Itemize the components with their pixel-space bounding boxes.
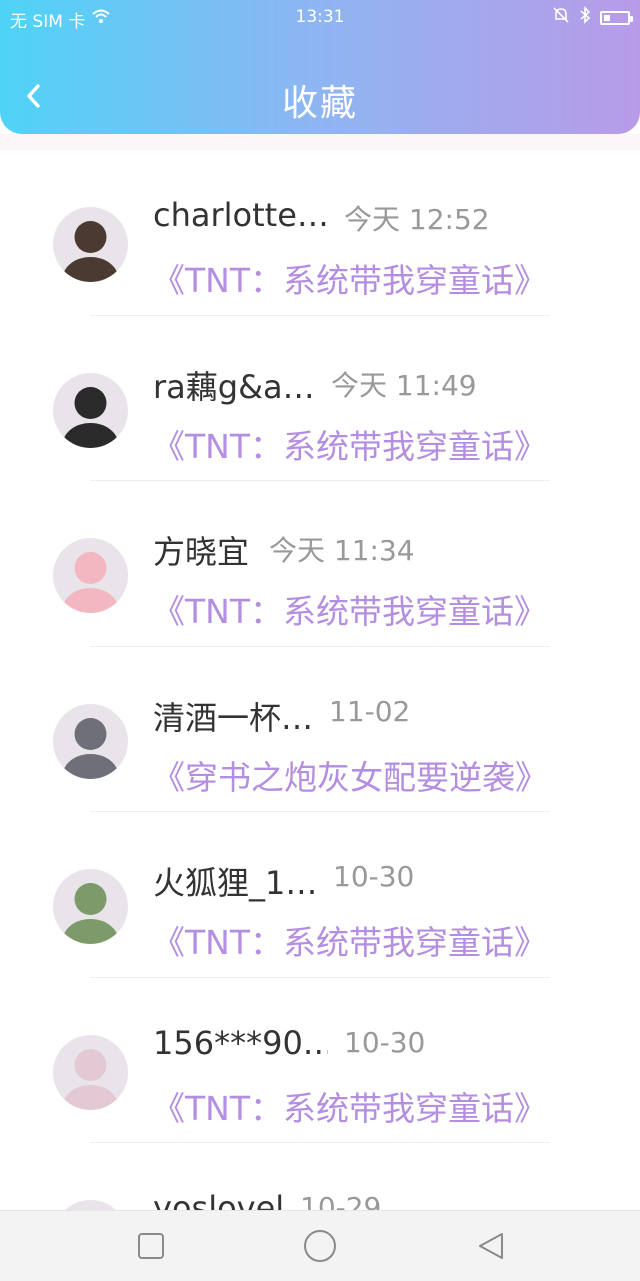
list-item[interactable]: 方晓宜 今天 11:34 《TNT：系统带我穿童话》 (0, 481, 640, 647)
book-title-link[interactable]: 《TNT：系统带我穿童话》 (152, 585, 547, 633)
avatar[interactable] (53, 1034, 128, 1110)
avatar[interactable] (53, 703, 128, 779)
status-time: 13:31 (295, 7, 345, 27)
battery-level (604, 14, 610, 21)
square-icon (138, 1233, 164, 1259)
favorite-time: 11-02 (329, 694, 411, 728)
list-item[interactable]: ra藕g&a… 今天 11:49 《TNT：系统带我穿童话》 (0, 316, 640, 481)
book-title-link[interactable]: 《TNT：系统带我穿童话》 (152, 254, 547, 302)
avatar[interactable] (53, 372, 128, 448)
user-name: charlotte… (153, 196, 328, 234)
avatar[interactable] (53, 869, 128, 944)
list-item[interactable]: 火狐狸_1… 10-30 《TNT：系统带我穿童话》 (0, 812, 640, 978)
user-name: 方晓宜 (153, 533, 250, 571)
list-item[interactable]: 清酒一杯… 11-02 《穿书之炮灰女配要逆袭》 (0, 647, 640, 812)
header-shadow-band (0, 134, 640, 150)
recent-apps-button[interactable] (136, 1231, 166, 1261)
list-item[interactable]: charlotte… 今天 12:52 《TNT：系统带我穿童话》 (0, 150, 640, 316)
book-title-link[interactable]: 《穿书之炮灰女配要逆袭》 (152, 751, 548, 799)
avatar[interactable] (53, 1200, 128, 1210)
status-right (552, 6, 633, 29)
home-button[interactable] (302, 1228, 338, 1264)
favorite-time: 10-30 (333, 860, 415, 893)
favorite-time: 今天 11:34 (269, 534, 415, 567)
page-title: 收藏 (281, 83, 358, 124)
list-item[interactable]: 156***90… 10-30 《TNT：系统带我穿童话》 (0, 978, 640, 1143)
user-name: 火狐狸_1… (153, 864, 318, 902)
user-name: 156***90… (153, 1023, 328, 1062)
user-name: ra藕g&a… (153, 367, 315, 406)
circle-icon (304, 1230, 336, 1262)
favorite-time: 今天 11:49 (331, 368, 477, 402)
status-bar: 无 SIM 卡 13:31 (0, 0, 640, 36)
avatar[interactable] (53, 538, 128, 613)
battery-icon (600, 10, 633, 25)
back-nav-button[interactable] (476, 1231, 506, 1261)
system-nav-bar (0, 1210, 640, 1281)
avatar[interactable] (53, 207, 128, 282)
favorite-time: 10-29 (300, 1191, 382, 1210)
favorites-list: charlotte… 今天 12:52 《TNT：系统带我穿童话》 ra藕g&a… 今天… (0, 150, 640, 1210)
book-title-link[interactable]: 《TNT：系统带我穿童话》 (152, 916, 547, 964)
header: 无 SIM 卡 13:31 收藏 (0, 0, 640, 134)
book-title-link[interactable]: 《TNT：系统带我穿童话》 (152, 420, 547, 468)
list-item[interactable]: yoslovel 10-29 (0, 1143, 640, 1210)
favorite-time: 今天 12:52 (344, 203, 490, 236)
triangle-back-icon (479, 1233, 503, 1259)
user-name: 清酒一杯… (153, 698, 314, 737)
book-title-link[interactable]: 《TNT：系统带我穿童话》 (152, 1082, 547, 1130)
bluetooth-icon (578, 6, 592, 29)
mute-bell-icon (552, 6, 570, 29)
favorite-time: 10-30 (344, 1025, 426, 1059)
user-name: yoslovel (153, 1189, 285, 1210)
